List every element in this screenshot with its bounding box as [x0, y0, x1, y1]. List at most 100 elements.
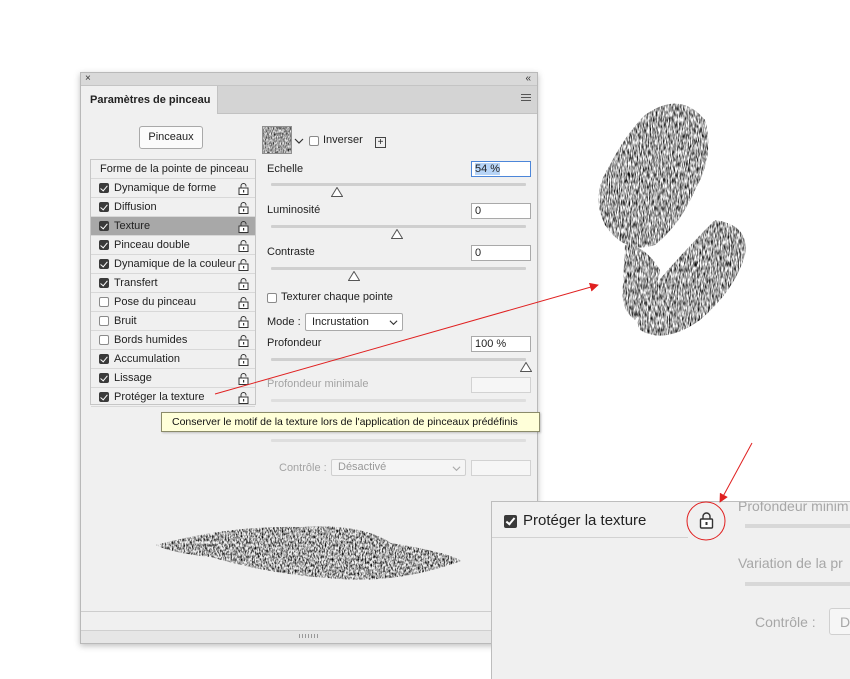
zoom-faded-min-depth: Profondeur minim [738, 501, 849, 514]
sidebar-item-diffusion[interactable]: Diffusion [91, 198, 255, 217]
sidebar-item-pinceau-double[interactable]: Pinceau double [91, 236, 255, 255]
contrast-slider-track[interactable] [271, 267, 526, 270]
zoom-faded-control-dropdown: D [829, 608, 850, 635]
checkbox[interactable] [99, 373, 109, 383]
sidebar-item-bords-humides[interactable]: Bords humides [91, 331, 255, 350]
sidebar-item-bruit[interactable]: Bruit [91, 312, 255, 331]
lock-icon[interactable] [238, 239, 249, 252]
checkbox[interactable] [99, 392, 109, 402]
lock-icon[interactable] [238, 182, 249, 195]
sidebar-item-proteger-la-texture[interactable]: Protéger la texture [91, 388, 255, 407]
control-label: Contrôle : [279, 462, 327, 474]
sidebar-item-pose-du-pinceau[interactable]: Pose du pinceau [91, 293, 255, 312]
contrast-slider-thumb[interactable] [348, 271, 360, 281]
scale-value: 54 % [475, 163, 501, 175]
lock-icon[interactable] [238, 372, 249, 385]
lock-icon[interactable] [238, 315, 249, 328]
lock-icon[interactable] [238, 296, 249, 309]
lock-icon[interactable] [238, 201, 249, 214]
sidebar-item-accumulation[interactable]: Accumulation [91, 350, 255, 369]
tooltip: Conserver le motif de la texture lors de… [161, 412, 540, 432]
control-dropdown: Désactivé [331, 459, 466, 476]
panel-tabstrip: Paramètres de pinceau [81, 86, 537, 114]
checkbox[interactable] [99, 354, 109, 364]
scale-slider-thumb[interactable] [331, 187, 344, 197]
close-icon[interactable]: × [85, 73, 91, 85]
lock-icon[interactable] [238, 220, 249, 233]
scale-label: Echelle [267, 163, 304, 175]
scale-slider-track[interactable] [271, 183, 526, 186]
chevron-down-icon[interactable] [294, 136, 304, 146]
lock-icon [699, 512, 714, 529]
checkbox[interactable] [99, 202, 109, 212]
sidebar-item-brush-tip-shape[interactable]: Forme de la pointe de pinceau [91, 160, 255, 179]
contrast-label: Contraste [267, 246, 315, 258]
chevron-down-icon [389, 320, 398, 326]
brightness-input[interactable]: 0 [471, 203, 531, 219]
brush-stroke-preview [156, 526, 461, 580]
lock-icon[interactable] [238, 391, 249, 404]
list-item-label: Accumulation [114, 353, 181, 365]
list-item-label: Protéger la texture [114, 391, 205, 403]
lock-icon[interactable] [238, 258, 249, 271]
checkbox[interactable] [99, 335, 109, 345]
panel-titlebar: × « [81, 73, 537, 86]
contrast-input[interactable]: 0 [471, 245, 531, 261]
checkbox[interactable] [99, 240, 109, 250]
depth-value: 100 % [475, 338, 507, 350]
zoom-faded-variation: Variation de la pr [738, 555, 843, 571]
lock-icon[interactable] [238, 277, 249, 290]
depth-slider-track[interactable] [271, 358, 526, 361]
invert-label: Inverser [323, 134, 363, 146]
checkbox[interactable] [99, 259, 109, 269]
depth-slider-thumb[interactable] [520, 362, 532, 372]
control-value: Désactivé [338, 461, 387, 473]
brush-settings-panel: × « Paramètres de pinceau Pinceaux Forme… [80, 72, 538, 644]
collapse-icon[interactable]: « [525, 73, 531, 85]
contrast-value: 0 [475, 247, 482, 259]
brush-settings-list: Forme de la pointe de pinceau Dynamique … [90, 159, 256, 407]
invert-checkbox[interactable] [309, 136, 319, 146]
texture-pattern-thumbnail[interactable] [262, 126, 292, 154]
texture-each-tip-checkbox[interactable] [267, 293, 277, 303]
list-item-label: Bruit [114, 315, 137, 327]
checkbox[interactable] [99, 297, 109, 307]
control-extra-input [471, 460, 531, 476]
zoom-faded-track [745, 582, 850, 586]
zoom-protect-texture-label: Protéger la texture [523, 512, 647, 529]
hamburger-icon[interactable] [521, 94, 531, 104]
checkbox[interactable] [99, 221, 109, 231]
brushes-button[interactable]: Pinceaux [139, 126, 203, 149]
zoom-faded-track [745, 524, 850, 528]
zoom-faded-control-label: Contrôle : [755, 614, 816, 630]
sidebar-item-lissage[interactable]: Lissage [91, 369, 255, 388]
list-item-label: Dynamique de forme [114, 182, 217, 194]
sidebar-item-texture[interactable]: Texture [91, 217, 255, 236]
min-depth-input [471, 377, 531, 393]
list-item-label: Texture [114, 220, 151, 232]
mode-dropdown[interactable]: Incrustation [305, 313, 403, 331]
depth-input[interactable]: 100 % [471, 336, 531, 352]
checkbox[interactable] [99, 278, 109, 288]
preview-separator [81, 611, 537, 612]
lock-icon[interactable] [238, 334, 249, 347]
list-item-label: Lissage [114, 372, 152, 384]
lock-icon[interactable] [238, 353, 249, 366]
list-item-label: Diffusion [114, 201, 157, 213]
new-texture-icon[interactable]: + [375, 137, 386, 148]
resize-grip-icon[interactable] [299, 634, 319, 638]
tab-brush-settings[interactable]: Paramètres de pinceau [81, 86, 218, 114]
list-item-label: Forme de la pointe de pinceau [100, 163, 249, 175]
checkbox[interactable] [99, 316, 109, 326]
brightness-slider-thumb[interactable] [391, 229, 403, 239]
scale-input[interactable]: 54 % [471, 161, 531, 177]
sidebar-item-transfert[interactable]: Transfert [91, 274, 255, 293]
sidebar-item-dynamique-de-forme[interactable]: Dynamique de forme [91, 179, 255, 198]
checkbox[interactable] [99, 183, 109, 193]
texture-stroke-sample [598, 103, 746, 336]
depth-jitter-slider-track [271, 439, 526, 442]
brightness-slider-track[interactable] [271, 225, 526, 228]
annotation-arrow-to-lock [719, 442, 753, 503]
sidebar-item-dynamique-de-la-couleur[interactable]: Dynamique de la couleur [91, 255, 255, 274]
list-item-label: Bords humides [114, 334, 188, 346]
